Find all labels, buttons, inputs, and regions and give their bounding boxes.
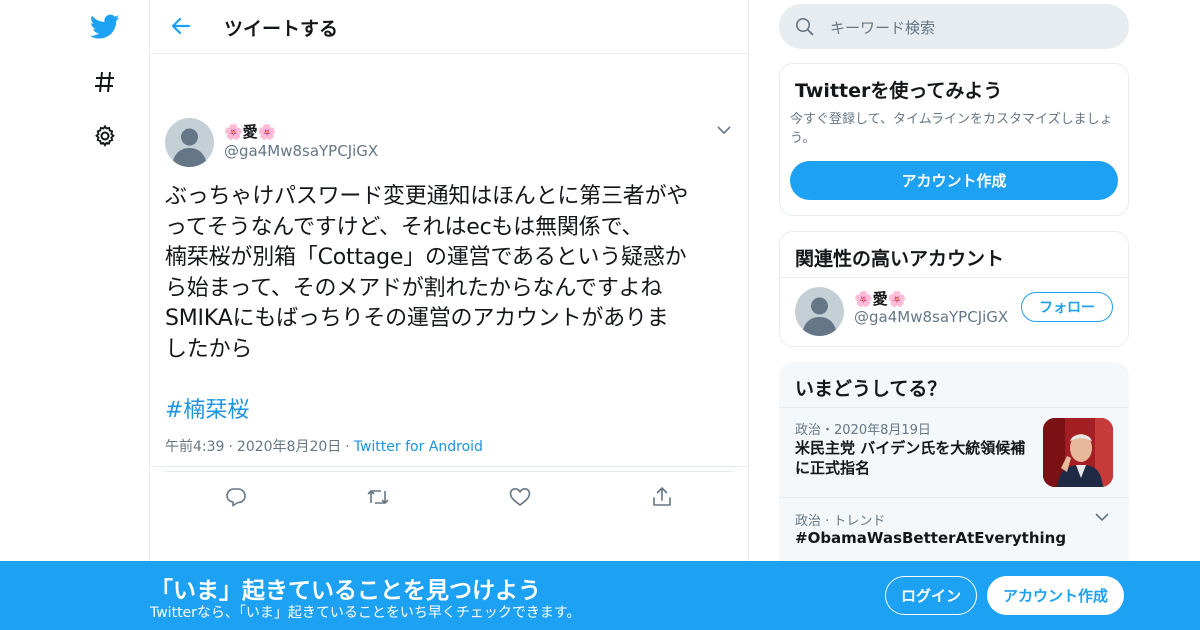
back-arrow-icon[interactable]	[166, 11, 196, 41]
trend-meta: 政治・2020年8月19日	[795, 423, 931, 438]
trend-meta: 政治 · トレンド	[795, 514, 886, 529]
trend-title[interactable]: に正式指名	[795, 458, 870, 478]
tweet-text-line: したから	[165, 336, 253, 362]
trend-thumbnail[interactable]	[1043, 418, 1113, 487]
related-title: 関連性の高いアカウント	[795, 248, 1005, 270]
tweet-actions	[165, 471, 734, 521]
search-icon	[795, 17, 814, 40]
tweet-text-line: 楠栞桜が別箱「Cottage」の運営であるという疑惑か	[165, 245, 687, 270]
tweet-meta: 午前4:39 · 2020年8月20日 · Twitter for Android	[165, 436, 483, 456]
create-account-button[interactable]: アカウント作成	[790, 161, 1118, 200]
banner-title: 「いま」起きていることを見つけよう	[150, 578, 541, 604]
trend-title[interactable]: 米民主党 バイデン氏を大統領候補	[795, 438, 1025, 458]
related-account-handle[interactable]: @ga4Mw8saYPCJiGX	[854, 308, 1008, 326]
tweet-time[interactable]: 午前4:39	[165, 439, 224, 455]
search-input[interactable]: キーワード検索	[830, 17, 935, 38]
tweet-text-line: ら始まって、そのメアドが割れたからなんですよね	[165, 275, 663, 301]
login-button[interactable]: ログイン	[885, 576, 977, 615]
trend-title[interactable]: #ObamaWasBetterAtEverything	[795, 528, 1066, 548]
tweet-text-line: ぶっちゃけパスワード変更通知はほんとに第三者がや	[165, 184, 689, 209]
twitter-bird-icon[interactable]	[88, 10, 122, 44]
signup-banner: 「いま」起きていることを見つけよう Twitterなら、「いま」起きていることを…	[0, 561, 1200, 630]
reply-icon[interactable]	[224, 485, 248, 509]
tweet-text: ぶっちゃけパスワード変更通知はほんとに第三者がや ってそうなんですけど、それはe…	[165, 182, 740, 365]
hashtag-icon[interactable]	[88, 65, 122, 99]
chevron-down-icon[interactable]	[714, 120, 734, 140]
divider	[150, 466, 748, 467]
meta-separator: ·	[345, 439, 350, 455]
related-account-name[interactable]: 🌸愛🌸	[854, 288, 906, 309]
author-handle[interactable]: @ga4Mw8saYPCJiGX	[224, 142, 378, 160]
search-bar[interactable]: キーワード検索	[779, 4, 1129, 49]
page-title: ツイートする	[224, 18, 339, 40]
tweet-text-line: SMIKAにもばっちりその運営のアカウントがありま	[165, 306, 669, 331]
tweet-date[interactable]: 2020年8月20日	[237, 439, 341, 455]
left-nav	[0, 0, 150, 630]
related-accounts-card: 関連性の高いアカウント 🌸愛🌸 @ga4Mw8saYPCJiGX フォロー	[779, 231, 1129, 347]
author-name[interactable]: 🌸愛🌸	[224, 121, 276, 142]
divider	[780, 277, 1128, 278]
retweet-icon[interactable]	[366, 485, 390, 509]
chevron-down-icon[interactable]	[1095, 506, 1109, 525]
follow-button[interactable]: フォロー	[1021, 292, 1113, 322]
hashtag-link[interactable]: #楠栞桜	[165, 392, 249, 424]
divider	[779, 407, 1129, 408]
signup-title: Twitterを使ってみよう	[795, 80, 1003, 102]
divider	[779, 497, 1129, 498]
avatar[interactable]	[165, 118, 214, 167]
create-account-button[interactable]: アカウント作成	[987, 576, 1124, 615]
tweet-source-link[interactable]: Twitter for Android	[354, 439, 483, 455]
avatar[interactable]	[795, 287, 844, 336]
meta-separator: ·	[228, 439, 233, 455]
share-icon[interactable]	[650, 485, 674, 509]
main-column: ツイートする 🌸愛🌸 @ga4Mw8saYPCJiGX ぶっちゃけパスワード変更…	[149, 0, 749, 630]
like-heart-icon[interactable]	[508, 485, 532, 509]
signup-card: Twitterを使ってみよう 今すぐ登録して、タイムラインをカスタマイズしましょ…	[779, 63, 1129, 216]
banner-subtitle: Twitterなら、「いま」起きていることをいち早くチェックできます。	[150, 605, 581, 621]
page-header: ツイートする	[150, 0, 748, 54]
gear-icon[interactable]	[88, 119, 122, 153]
signup-description: 今すぐ登録して、タイムラインをカスタマイズしましょう。	[790, 112, 1113, 146]
tweet-text-line: ってそうなんですけど、それはecもは無関係で、	[165, 214, 644, 240]
trends-title: いまどうしてる？	[795, 378, 947, 400]
